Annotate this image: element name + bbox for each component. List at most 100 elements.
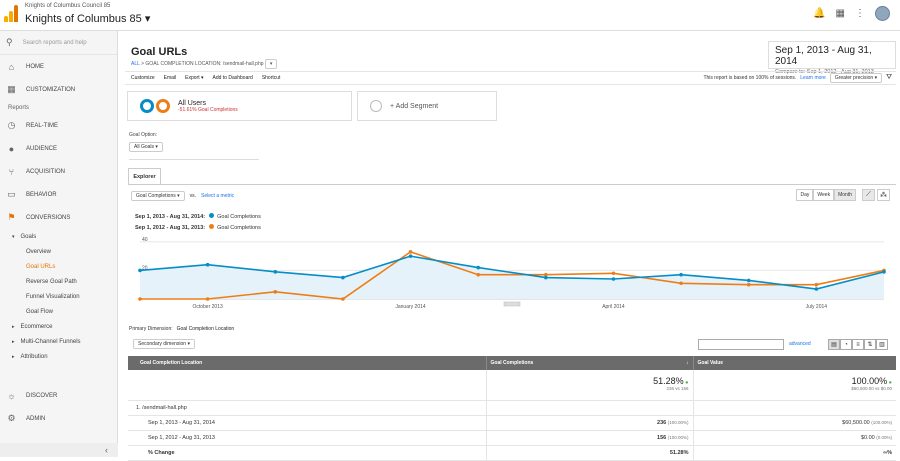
col-completions-label: Goal Completions: [490, 360, 534, 366]
col-location-header[interactable]: Goal Completion Location: [128, 356, 486, 370]
precision-value: Greater precision: [834, 75, 874, 81]
period-week[interactable]: Week: [813, 189, 835, 201]
col-completions-header[interactable]: Goal Completions ↓: [485, 356, 693, 370]
nav-mcf[interactable]: ▸ Multi-Channel Funnels: [0, 334, 117, 349]
select-metric-link[interactable]: Select a metric: [201, 193, 234, 199]
tab-explorer[interactable]: Explorer: [128, 168, 161, 184]
search-input[interactable]: Search reports and help: [23, 40, 87, 46]
goal-option: Goal Option: All Goals ▾: [129, 132, 259, 160]
analytics-logo[interactable]: [4, 5, 18, 22]
shortcut-button[interactable]: Shortcut: [262, 75, 281, 81]
segment-ring-icon: [140, 99, 154, 113]
segment-ring-compare-icon: [156, 99, 170, 113]
motion-chart-icon[interactable]: ⁂: [877, 189, 890, 201]
goal-option-select[interactable]: All Goals ▾: [129, 142, 163, 152]
y-tick-label: 40: [142, 237, 148, 243]
chart-legend: Sep 1, 2013 - Aug 31, 2014: Goal Completi…: [135, 212, 261, 234]
nav-mcf-label: Multi-Channel Funnels: [20, 338, 81, 345]
avatar[interactable]: [875, 6, 890, 21]
nav-customization[interactable]: ▦ CUSTOMIZATION: [0, 78, 117, 101]
nav-goal-flow[interactable]: Goal Flow: [0, 304, 117, 319]
search-icon: ⚲: [6, 37, 13, 47]
add-to-dashboard-button[interactable]: Add to Dashboard: [213, 75, 253, 81]
period-month[interactable]: Month: [834, 189, 856, 201]
person-icon: ●: [8, 143, 15, 154]
customize-button[interactable]: Customize: [131, 75, 155, 81]
nav-acquisition[interactable]: ⑂ ACQUISITION: [0, 160, 117, 183]
acquisition-icon: ⑂: [8, 166, 15, 177]
date-range-picker[interactable]: Sep 1, 2013 - Aug 31, 2014 Compare to: S…: [768, 41, 896, 75]
breadcrumb: ALL > GOAL COMPLETION LOCATION: /sendmai…: [131, 59, 278, 69]
table-view-icon[interactable]: ▤: [828, 339, 840, 350]
caret-down-icon: ▾: [12, 233, 15, 240]
pie-view-icon[interactable]: ◔: [840, 339, 852, 350]
row-label[interactable]: 1. /sendmail-hall.php: [128, 400, 486, 416]
nav-attribution[interactable]: ▸ Attribution: [0, 349, 117, 364]
nav-audience[interactable]: ● AUDIENCE: [0, 137, 117, 160]
nav-conversions[interactable]: ⚑ CONVERSIONS: [0, 206, 117, 229]
nav-realtime-label: REAL-TIME: [26, 122, 59, 129]
line-chart-icon[interactable]: ⟋: [862, 189, 875, 201]
nav-behavior-label: BEHAVIOR: [26, 191, 57, 198]
data-point: [408, 250, 413, 254]
bell-icon[interactable]: 🔔: [813, 8, 825, 19]
primary-dim-value[interactable]: Goal Completion Location: [177, 326, 235, 332]
nav-customization-label: CUSTOMIZATION: [26, 86, 76, 93]
report-toolbar: Customize Email Export ▾ Add to Dashboar…: [125, 71, 896, 85]
lightbulb-icon: ☼: [7, 390, 16, 401]
learn-more-link[interactable]: Learn more: [800, 75, 826, 81]
totals-completions-cell: 51.28% ● 236 vs 156: [485, 370, 693, 401]
col-value-header[interactable]: Goal Value: [692, 356, 896, 370]
caret-right-icon: ▸: [12, 353, 15, 360]
tab-divider: [128, 184, 896, 185]
data-point: [476, 272, 480, 277]
pivot-view-icon[interactable]: ▥: [876, 339, 888, 350]
more-vert-icon[interactable]: ⋮: [855, 8, 865, 19]
nav-ecommerce[interactable]: ▸ Ecommerce: [0, 319, 117, 334]
sampling-icon[interactable]: ⛛: [886, 74, 892, 82]
property-name: Knights of Columbus 85: [25, 13, 142, 25]
nav-behavior[interactable]: ▭ BEHAVIOR: [0, 183, 117, 206]
account-org: Knights of Columbus Council 85: [25, 3, 111, 9]
collapse-sidebar-button[interactable]: ‹: [0, 443, 118, 457]
segment-all-users[interactable]: All Users -51.61% Goal Completions: [127, 91, 352, 121]
period-day[interactable]: Day: [796, 189, 814, 201]
precision-select[interactable]: Greater precision ▾: [829, 73, 883, 83]
nav-goal-overview[interactable]: Overview: [0, 244, 117, 259]
row-value-amount: $0.00: [860, 434, 875, 441]
add-segment-button[interactable]: + Add Segment: [357, 91, 497, 121]
nav-discover[interactable]: ☼ DISCOVER: [0, 384, 117, 407]
secondary-dimension-select[interactable]: Secondary dimension ▾: [133, 339, 195, 349]
nav-admin[interactable]: ⚙ ADMIN: [0, 407, 117, 430]
email-button[interactable]: Email: [164, 75, 177, 81]
legend-series-name: Goal Completions: [217, 214, 261, 220]
page-title: Goal URLs: [131, 46, 188, 58]
advanced-filter-link[interactable]: advanced: [789, 341, 811, 347]
x-tick-label: April 2014: [602, 304, 625, 310]
sidebar-search[interactable]: ⚲ Search reports and help: [0, 31, 117, 55]
metric-select[interactable]: Goal Completions ▾: [131, 191, 185, 201]
data-point: [341, 297, 345, 301]
table-row: % Change 51.28% ∞%: [128, 445, 896, 461]
nav-goal-urls[interactable]: Goal URLs: [0, 259, 117, 274]
comparison-view-icon[interactable]: ⇅: [864, 339, 876, 350]
performance-view-icon[interactable]: ≡: [852, 339, 864, 350]
legend-item: Sep 1, 2013 - Aug 31, 2014: Goal Completi…: [135, 212, 261, 223]
data-point: [746, 282, 751, 287]
export-button[interactable]: Export ▾: [185, 75, 203, 81]
nav-reverse-goal-path[interactable]: Reverse Goal Path: [0, 274, 117, 289]
nav-goals[interactable]: ▾ Goals: [0, 229, 117, 244]
table-row[interactable]: 1. /sendmail-hall.php: [128, 400, 896, 416]
table-view-toggle: ▤ ◔ ≡ ⇅ ▥: [828, 339, 888, 350]
nav-funnel-visualization[interactable]: Funnel Visualization: [0, 289, 117, 304]
property-selector[interactable]: Knights of Columbus 85 ▾: [25, 12, 150, 25]
data-point: [746, 278, 751, 283]
apps-grid-icon[interactable]: ▦: [836, 8, 845, 19]
nav-home[interactable]: ⌂ HOME: [0, 55, 117, 78]
table-search-input[interactable]: [698, 339, 784, 350]
nav-realtime[interactable]: ◷ REAL-TIME: [0, 114, 117, 137]
breadcrumb-dropdown[interactable]: ▾: [264, 59, 278, 69]
data-point: [476, 265, 480, 270]
data-point: [679, 272, 683, 277]
breadcrumb-all[interactable]: ALL: [131, 61, 140, 67]
